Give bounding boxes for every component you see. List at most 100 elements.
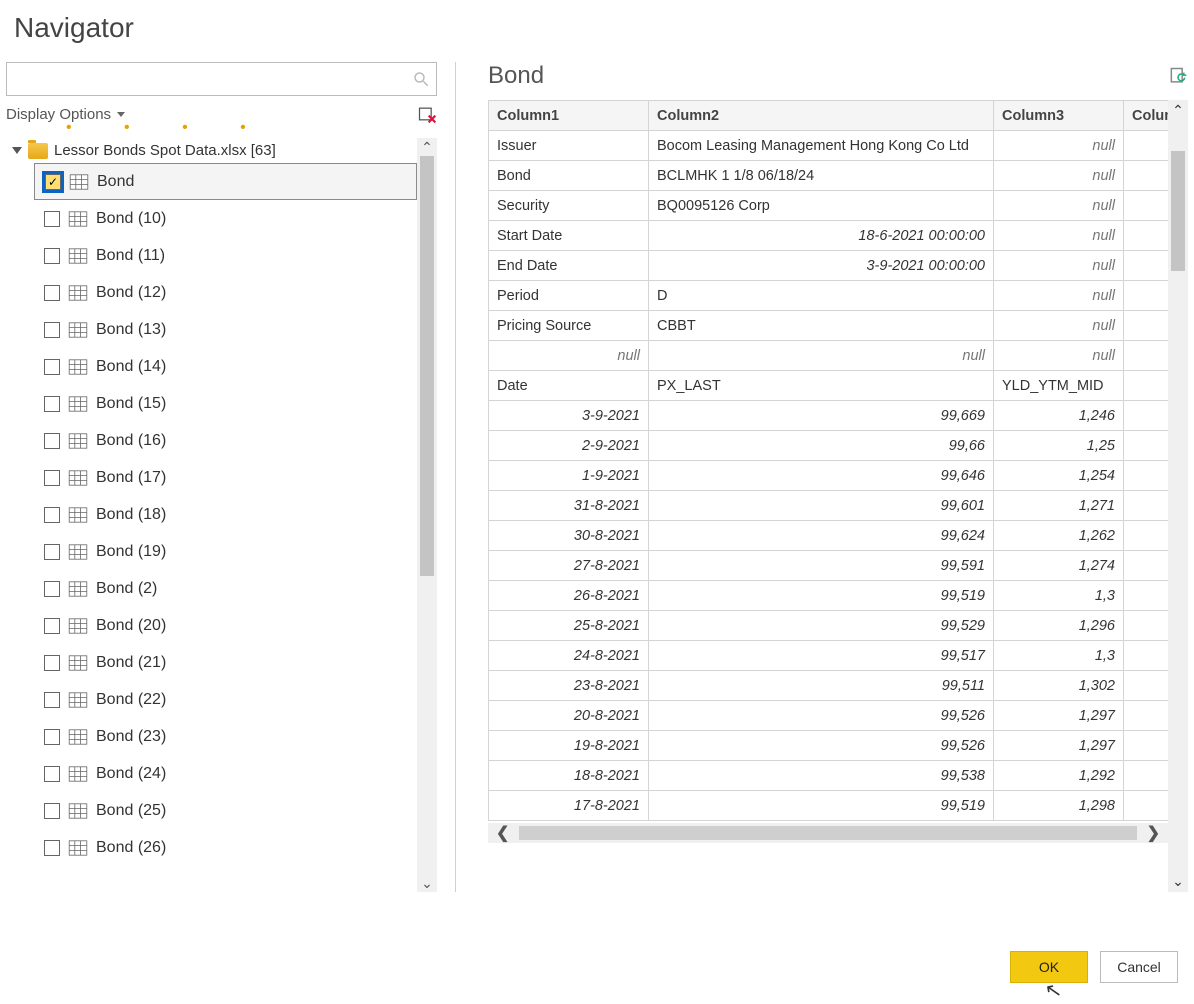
tree-item[interactable]: Bond (24) xyxy=(34,755,417,792)
tree-item[interactable]: Bond (18) xyxy=(34,496,417,533)
column-header[interactable]: Column3 xyxy=(994,101,1124,131)
scroll-down-icon[interactable]: ⌄ xyxy=(421,876,433,890)
tree-item[interactable]: Bond (20) xyxy=(34,607,417,644)
checkbox[interactable] xyxy=(44,470,60,486)
tree-item-label: Bond (2) xyxy=(96,580,157,598)
checkbox[interactable] xyxy=(44,322,60,338)
table-row: 25-8-202199,5291,296 xyxy=(489,611,1169,641)
checkbox[interactable] xyxy=(44,507,60,523)
expand-collapse-icon[interactable] xyxy=(12,147,22,154)
checkbox[interactable] xyxy=(44,581,60,597)
ok-button[interactable]: OK xyxy=(1010,951,1088,983)
cell xyxy=(1124,191,1169,221)
tree-item-label: Bond (11) xyxy=(96,247,165,265)
clear-selection-icon[interactable] xyxy=(417,104,437,124)
tree-item[interactable]: Bond (16) xyxy=(34,422,417,459)
cell: YLD_YTM_MID xyxy=(994,371,1124,401)
cell xyxy=(1124,221,1169,251)
table-row: 2-9-202199,661,25 xyxy=(489,431,1169,461)
cell: End Date xyxy=(489,251,649,281)
cell: null xyxy=(994,191,1124,221)
tree-item[interactable]: Bond (10) xyxy=(34,200,417,237)
cell: Period xyxy=(489,281,649,311)
cell: 99,669 xyxy=(649,401,994,431)
tree-item[interactable]: Bond (15) xyxy=(34,385,417,422)
cell xyxy=(1124,581,1169,611)
scroll-right-icon[interactable]: ❯ xyxy=(1141,823,1166,843)
scroll-thumb[interactable] xyxy=(1171,151,1185,271)
tree-scrollbar[interactable]: ⌃ ⌄ xyxy=(417,138,437,892)
column-header[interactable]: Column2 xyxy=(649,101,994,131)
scroll-up-icon[interactable]: ⌃ xyxy=(421,140,433,154)
tree-item[interactable]: Bond (11) xyxy=(34,237,417,274)
cell: 1,292 xyxy=(994,761,1124,791)
search-icon[interactable] xyxy=(412,70,430,88)
tree-item[interactable]: Bond (22) xyxy=(34,681,417,718)
cell: CBBT xyxy=(649,311,994,341)
column-header[interactable]: Column xyxy=(1124,101,1169,131)
checkbox[interactable] xyxy=(44,618,60,634)
cell: 17-8-2021 xyxy=(489,791,649,821)
cell: 99,526 xyxy=(649,701,994,731)
cell: BCLMHK 1 1/8 06/18/24 xyxy=(649,161,994,191)
grid-h-scrollbar[interactable]: ❮ ❯ xyxy=(488,823,1168,843)
checkbox[interactable]: ✓ xyxy=(45,174,61,190)
checkbox[interactable] xyxy=(44,692,60,708)
tree-item[interactable]: Bond (17) xyxy=(34,459,417,496)
scroll-thumb[interactable] xyxy=(420,156,434,576)
cancel-button[interactable]: Cancel xyxy=(1100,951,1178,983)
cell: 26-8-2021 xyxy=(489,581,649,611)
tree-item[interactable]: Bond (23) xyxy=(34,718,417,755)
checkbox[interactable] xyxy=(44,655,60,671)
table-row: End Date3-9-2021 00:00:00null xyxy=(489,251,1169,281)
cell xyxy=(1124,281,1169,311)
tree-item-label: Bond (22) xyxy=(96,691,166,709)
table-row: 17-8-202199,5191,298 xyxy=(489,791,1169,821)
checkbox[interactable] xyxy=(44,396,60,412)
checkbox[interactable] xyxy=(44,766,60,782)
tree-item[interactable]: Bond (14) xyxy=(34,348,417,385)
tree-item-label: Bond (21) xyxy=(96,654,166,672)
checkbox[interactable] xyxy=(44,359,60,375)
scroll-down-icon[interactable]: ⌄ xyxy=(1172,873,1184,890)
checkbox[interactable] xyxy=(44,729,60,745)
cell: 1,298 xyxy=(994,791,1124,821)
table-row: IssuerBocom Leasing Management Hong Kong… xyxy=(489,131,1169,161)
checkbox[interactable] xyxy=(44,840,60,856)
scroll-left-icon[interactable]: ❮ xyxy=(490,823,515,843)
search-input[interactable] xyxy=(13,70,412,88)
search-box[interactable] xyxy=(6,62,437,96)
tree-item[interactable]: ✓Bond xyxy=(34,163,417,200)
checkbox[interactable] xyxy=(44,211,60,227)
grid-v-scrollbar[interactable]: ⌃ ⌄ xyxy=(1168,100,1188,892)
table-row: 24-8-202199,5171,3 xyxy=(489,641,1169,671)
tree-item-label: Bond (17) xyxy=(96,469,166,487)
tree-item[interactable]: Bond (26) xyxy=(34,829,417,866)
cell: 1,296 xyxy=(994,611,1124,641)
tree-item[interactable]: Bond (2) xyxy=(34,570,417,607)
checkbox[interactable] xyxy=(44,803,60,819)
cell: 18-8-2021 xyxy=(489,761,649,791)
scroll-up-icon[interactable]: ⌃ xyxy=(1172,102,1184,119)
cell: 99,601 xyxy=(649,491,994,521)
tree-item[interactable]: Bond (25) xyxy=(34,792,417,829)
checkbox[interactable] xyxy=(44,248,60,264)
column-header[interactable]: Column1 xyxy=(489,101,649,131)
checkbox[interactable] xyxy=(44,544,60,560)
table-icon xyxy=(69,174,89,190)
table-row: 20-8-202199,5261,297 xyxy=(489,701,1169,731)
table-row: 30-8-202199,6241,262 xyxy=(489,521,1169,551)
cell xyxy=(1124,761,1169,791)
refresh-preview-icon[interactable] xyxy=(1168,65,1188,87)
checkbox[interactable] xyxy=(44,433,60,449)
table-row: Start Date18-6-2021 00:00:00null xyxy=(489,221,1169,251)
tree-item[interactable]: Bond (12) xyxy=(34,274,417,311)
tree-item[interactable]: Bond (21) xyxy=(34,644,417,681)
tree-root-file[interactable]: Lessor Bonds Spot Data.xlsx [63] xyxy=(6,138,417,163)
cell xyxy=(1124,671,1169,701)
tree-item[interactable]: Bond (19) xyxy=(34,533,417,570)
checkbox[interactable] xyxy=(44,285,60,301)
tree-item[interactable]: Bond (13) xyxy=(34,311,417,348)
cell: 25-8-2021 xyxy=(489,611,649,641)
scroll-thumb[interactable] xyxy=(519,826,1136,840)
